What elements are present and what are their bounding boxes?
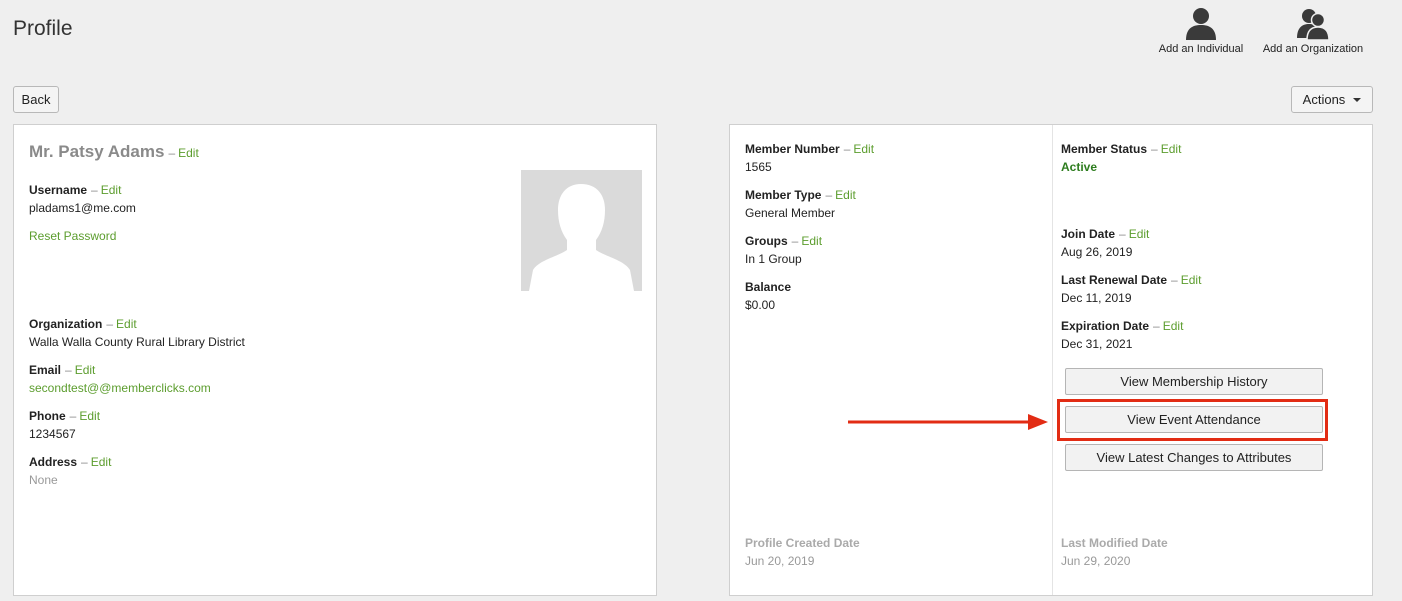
dash: – xyxy=(825,188,833,202)
expiration-date-value: Dec 31, 2021 xyxy=(1061,337,1133,351)
add-organization-button[interactable]: Add an Organization xyxy=(1262,6,1364,55)
dash: – xyxy=(168,146,176,160)
organization-field: Organization – Edit Walla Walla County Rur… xyxy=(29,316,245,350)
dash: – xyxy=(1151,142,1158,156)
balance-field: Balance $0.00 xyxy=(745,279,791,313)
column-divider xyxy=(1052,125,1053,595)
member-type-field: Member Type – Edit General Member xyxy=(745,187,856,221)
expiration-date-label: Expiration Date xyxy=(1061,319,1150,333)
address-value: None xyxy=(29,473,58,487)
edit-join-date-link[interactable]: Edit xyxy=(1129,227,1150,241)
add-individual-label: Add an Individual xyxy=(1158,43,1244,55)
member-status-field: Member Status – Edit Active xyxy=(1061,141,1181,175)
profile-created-value: Jun 20, 2019 xyxy=(745,554,815,568)
person-icon xyxy=(1186,8,1216,40)
profile-created-label: Profile Created Date xyxy=(745,536,860,550)
edit-expiration-date-link[interactable]: Edit xyxy=(1163,319,1184,333)
groups-label: Groups xyxy=(745,234,788,248)
member-type-value: General Member xyxy=(745,206,836,220)
profile-name: Mr. Patsy Adams xyxy=(29,142,165,161)
edit-email-link[interactable]: Edit xyxy=(75,363,96,377)
organization-value: Walla Walla County Rural Library Distric… xyxy=(29,335,245,349)
edit-phone-link[interactable]: Edit xyxy=(79,409,100,423)
actions-label: Actions xyxy=(1302,92,1346,107)
dash: – xyxy=(106,317,114,331)
edit-organization-link[interactable]: Edit xyxy=(116,317,137,331)
join-date-value: Aug 26, 2019 xyxy=(1061,245,1133,259)
address-label: Address xyxy=(29,455,78,469)
edit-name-link[interactable]: Edit xyxy=(178,146,199,160)
phone-value: 1234567 xyxy=(29,427,76,441)
last-renewal-field: Last Renewal Date – Edit Dec 11, 2019 xyxy=(1061,272,1201,306)
dash: – xyxy=(69,409,77,423)
add-individual-button[interactable]: Add an Individual xyxy=(1157,6,1245,55)
edit-address-link[interactable]: Edit xyxy=(91,455,112,469)
silhouette-icon xyxy=(529,184,634,291)
last-renewal-label: Last Renewal Date xyxy=(1061,273,1168,287)
phone-label: Phone xyxy=(29,409,66,423)
last-modified-label: Last Modified Date xyxy=(1061,536,1168,550)
dash: – xyxy=(1153,319,1160,333)
last-modified-field: Last Modified Date Jun 29, 2020 xyxy=(1061,535,1168,569)
join-date-field: Join Date – Edit Aug 26, 2019 xyxy=(1061,226,1149,260)
member-status-value: Active xyxy=(1061,160,1098,174)
dash: – xyxy=(1171,273,1178,287)
membership-info-panel: Member Number – Edit 1565 Member Type – Edit… xyxy=(729,124,1373,596)
last-renewal-value: Dec 11, 2019 xyxy=(1061,291,1132,305)
balance-value: $0.00 xyxy=(745,298,776,312)
view-latest-changes-button[interactable]: View Latest Changes to Attributes xyxy=(1065,444,1323,471)
add-organization-label: Add an Organization xyxy=(1262,43,1364,55)
back-button[interactable]: Back xyxy=(13,86,59,113)
edit-member-number-link[interactable]: Edit xyxy=(853,142,874,156)
view-membership-history-button[interactable]: View Membership History xyxy=(1065,368,1323,395)
member-number-field: Member Number – Edit 1565 xyxy=(745,141,874,175)
email-label: Email xyxy=(29,363,62,377)
annotation-highlight-box xyxy=(1057,399,1328,441)
phone-field: Phone – Edit 1234567 xyxy=(29,408,100,442)
groups-field: Groups – Edit In 1 Group xyxy=(745,233,822,267)
balance-label: Balance xyxy=(745,280,792,294)
organization-label: Organization xyxy=(29,317,103,331)
last-modified-value: Jun 29, 2020 xyxy=(1061,554,1131,568)
people-icon xyxy=(1297,9,1330,40)
profile-photo[interactable] xyxy=(521,170,642,291)
dash: – xyxy=(65,363,72,377)
reset-password-link[interactable]: Reset Password xyxy=(29,229,116,243)
edit-last-renewal-link[interactable]: Edit xyxy=(1181,273,1202,287)
member-number-value: 1565 xyxy=(745,160,772,174)
profile-name-row: Mr. Patsy Adams – Edit xyxy=(29,142,199,162)
username-field: Username – Edit pladams1@me.com xyxy=(29,182,136,216)
member-type-label: Member Type xyxy=(745,188,822,202)
dash: – xyxy=(81,455,88,469)
username-label: Username xyxy=(29,183,88,197)
expiration-date-field: Expiration Date – Edit Dec 31, 2021 xyxy=(1061,318,1183,352)
page-title: Profile xyxy=(13,17,73,40)
username-value: pladams1@me.com xyxy=(29,201,136,215)
dash: – xyxy=(791,234,799,248)
groups-value: In 1 Group xyxy=(745,252,802,266)
member-number-label: Member Number xyxy=(745,142,840,156)
edit-member-type-link[interactable]: Edit xyxy=(835,188,856,202)
dash: – xyxy=(1119,227,1126,241)
edit-username-link[interactable]: Edit xyxy=(101,183,122,197)
address-field: Address – Edit None xyxy=(29,454,111,488)
edit-groups-link[interactable]: Edit xyxy=(801,234,822,248)
actions-dropdown[interactable]: Actions xyxy=(1291,86,1373,113)
dash: – xyxy=(91,183,98,197)
caret-down-icon xyxy=(1353,97,1362,102)
email-value-link[interactable]: secondtest@@memberclicks.com xyxy=(29,380,211,396)
profile-created-field: Profile Created Date Jun 20, 2019 xyxy=(745,535,860,569)
join-date-label: Join Date xyxy=(1061,227,1116,241)
email-field: Email – Edit secondtest@@memberclicks.com xyxy=(29,362,211,396)
member-status-label: Member Status xyxy=(1061,142,1148,156)
edit-member-status-link[interactable]: Edit xyxy=(1161,142,1182,156)
annotation-arrow-icon xyxy=(848,414,1048,430)
dash: – xyxy=(843,142,851,156)
contact-info-panel: Mr. Patsy Adams – Edit Username – Edit plada… xyxy=(13,124,657,596)
